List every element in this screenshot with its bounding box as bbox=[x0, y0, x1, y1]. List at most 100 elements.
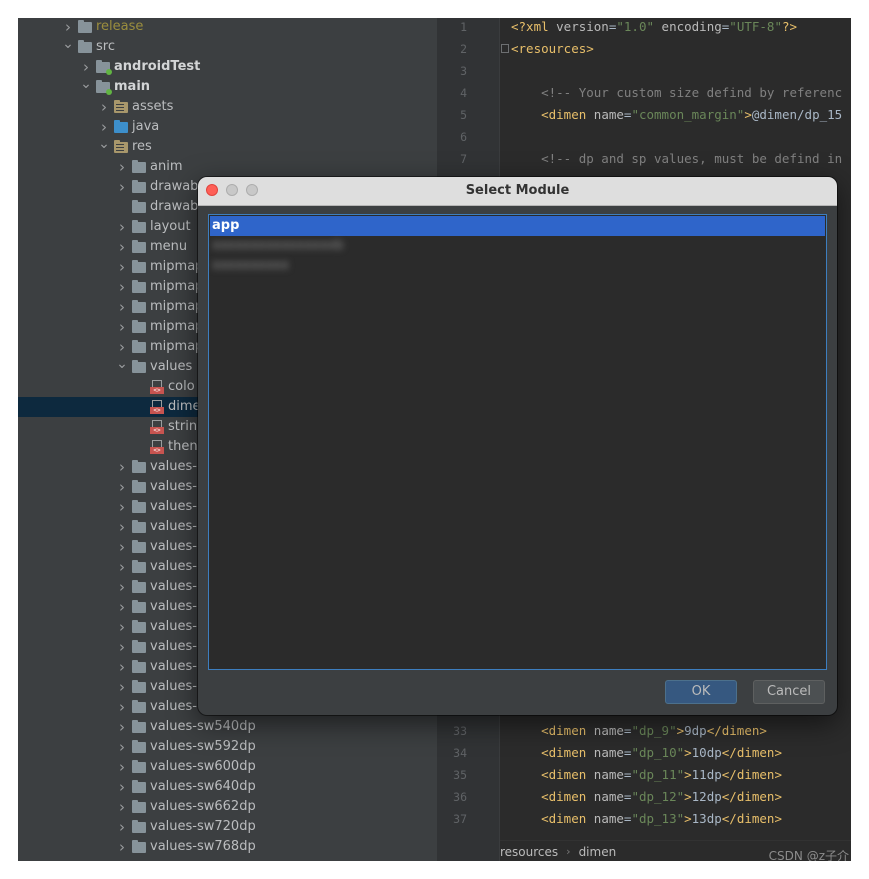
chevron-right-icon[interactable]: › bbox=[114, 577, 130, 597]
tree-item-label: values- bbox=[150, 599, 197, 614]
code-token: > bbox=[676, 723, 685, 738]
line-number: 37 bbox=[453, 812, 467, 826]
cancel-button[interactable]: Cancel bbox=[753, 680, 825, 704]
chevron-right-icon[interactable]: › bbox=[114, 657, 130, 677]
tree-item[interactable]: ⌄ res bbox=[18, 134, 437, 157]
tree-item-label: androidTest bbox=[114, 59, 201, 74]
code-token: name bbox=[593, 745, 624, 760]
chevron-right-icon[interactable]: › bbox=[114, 837, 130, 857]
chevron-down-icon[interactable]: ⌄ bbox=[96, 134, 112, 154]
code-line: 34 <dimen name="dp_10">10dp</dimen> bbox=[437, 742, 851, 764]
chevron-right-icon[interactable]: › bbox=[114, 477, 130, 497]
tree-item[interactable]: › values-sw600dp bbox=[18, 757, 437, 777]
code-token: "1.0" bbox=[616, 19, 655, 34]
tree-item[interactable]: › values-sw768dp bbox=[18, 837, 437, 857]
code-text: <dimen name="dp_10">10dp</dimen> bbox=[511, 742, 782, 764]
chevron-right-icon[interactable]: › bbox=[114, 497, 130, 517]
code-token: "dp_9" bbox=[631, 723, 677, 738]
chevron-right-icon[interactable]: › bbox=[114, 557, 130, 577]
chevron-right-icon[interactable]: › bbox=[114, 537, 130, 557]
chevron-right-icon[interactable]: › bbox=[114, 297, 130, 317]
chevron-down-icon[interactable]: ⌄ bbox=[114, 354, 130, 374]
chevron-right-icon: › bbox=[566, 845, 571, 858]
tree-item-label: dime bbox=[168, 399, 201, 414]
module-list[interactable]: app xxxxxxxxxxxxxxxxb xxxxxxxxxx bbox=[208, 214, 827, 670]
chevron-right-icon[interactable]: › bbox=[114, 517, 130, 537]
tree-item[interactable]: ⌄ src bbox=[18, 34, 437, 57]
tree-item-label: values-sw662dp bbox=[150, 799, 256, 814]
module-list-item[interactable]: xxxxxxxxxxxxxxxxb bbox=[210, 236, 825, 256]
module-list-item[interactable]: xxxxxxxxxx bbox=[210, 256, 825, 276]
breadcrumb-item-resources[interactable]: resources bbox=[500, 845, 558, 859]
xml-file-icon bbox=[148, 377, 166, 397]
chevron-right-icon[interactable]: › bbox=[114, 677, 130, 697]
chevron-right-icon[interactable]: › bbox=[114, 817, 130, 837]
chevron-right-icon[interactable]: › bbox=[114, 697, 130, 717]
chevron-right-icon[interactable]: › bbox=[114, 277, 130, 297]
tree-item[interactable]: › release bbox=[18, 18, 437, 37]
tree-item[interactable]: › anim bbox=[18, 157, 437, 177]
module-name: xxxxxxxxxxxxxxxxb bbox=[212, 238, 344, 253]
chevron-right-icon[interactable]: › bbox=[114, 177, 130, 197]
chevron-right-icon[interactable]: › bbox=[114, 597, 130, 617]
tree-item[interactable]: ⌄ main bbox=[18, 74, 437, 97]
code-token: 11dp bbox=[691, 767, 722, 782]
tree-item[interactable]: › assets bbox=[18, 97, 437, 117]
tree-item[interactable]: › values-sw592dp bbox=[18, 737, 437, 757]
ok-button[interactable]: OK bbox=[665, 680, 737, 704]
chevron-right-icon[interactable]: › bbox=[114, 717, 130, 737]
chevron-down-icon[interactable]: ⌄ bbox=[78, 74, 94, 94]
folder-icon bbox=[130, 757, 148, 777]
chevron-right-icon[interactable]: › bbox=[114, 797, 130, 817]
chevron-right-icon[interactable]: › bbox=[114, 237, 130, 257]
chevron-right-icon[interactable]: › bbox=[114, 257, 130, 277]
code-token: <dimen bbox=[511, 107, 594, 122]
folder-icon bbox=[130, 277, 148, 297]
chevron-right-icon[interactable]: › bbox=[114, 317, 130, 337]
tree-item-label: values-sw592dp bbox=[150, 739, 256, 754]
line-number: 6 bbox=[460, 130, 467, 144]
chevron-right-icon[interactable]: › bbox=[114, 617, 130, 637]
tree-item[interactable]: › values-sw662dp bbox=[18, 797, 437, 817]
tree-item-label: colo bbox=[168, 379, 195, 394]
dialog-title: Select Module bbox=[465, 183, 570, 198]
chevron-right-icon[interactable]: › bbox=[114, 157, 130, 177]
tree-item-label: values- bbox=[150, 539, 197, 554]
chevron-right-icon[interactable]: › bbox=[114, 737, 130, 757]
breadcrumb-item-dimen[interactable]: dimen bbox=[579, 845, 617, 859]
module-name: xxxxxxxxxx bbox=[212, 258, 289, 273]
chevron-right-icon[interactable]: › bbox=[96, 97, 112, 117]
chevron-right-icon[interactable]: › bbox=[114, 637, 130, 657]
tree-item-label: drawab bbox=[150, 199, 199, 214]
chevron-right-icon[interactable]: › bbox=[114, 757, 130, 777]
folder-icon bbox=[130, 257, 148, 277]
tree-item[interactable]: › values-sw720dp bbox=[18, 817, 437, 837]
xml-file-icon bbox=[148, 417, 166, 437]
code-line: 36 <dimen name="dp_12">12dp</dimen> bbox=[437, 786, 851, 808]
tree-item-label: drawab bbox=[150, 179, 199, 194]
fold-marker-icon[interactable] bbox=[501, 44, 509, 53]
tree-item-label: assets bbox=[132, 99, 174, 114]
tree-item[interactable]: › values-sw540dp bbox=[18, 717, 437, 737]
chevron-down-icon[interactable]: ⌄ bbox=[60, 34, 76, 54]
folder-icon bbox=[130, 817, 148, 837]
module-list-item[interactable]: app bbox=[210, 216, 825, 236]
tree-item[interactable]: › values-sw640dp bbox=[18, 777, 437, 797]
tree-item-label: values- bbox=[150, 679, 197, 694]
chevron-right-icon[interactable]: › bbox=[114, 457, 130, 477]
chevron-right-icon[interactable]: › bbox=[114, 777, 130, 797]
dialog-titlebar[interactable]: Select Module bbox=[198, 177, 837, 206]
code-token: 12dp bbox=[691, 789, 722, 804]
folder-icon bbox=[130, 457, 148, 477]
code-line: 3 bbox=[437, 60, 851, 82]
folder-icon bbox=[130, 797, 148, 817]
chevron-right-icon[interactable]: › bbox=[114, 217, 130, 237]
line-number: 4 bbox=[460, 86, 467, 100]
tree-item-label: values-sw720dp bbox=[150, 819, 256, 834]
tree-item[interactable]: › java bbox=[18, 117, 437, 137]
tree-item-label: values- bbox=[150, 559, 197, 574]
folder-icon bbox=[76, 37, 94, 57]
code-line: 6 bbox=[437, 126, 851, 148]
